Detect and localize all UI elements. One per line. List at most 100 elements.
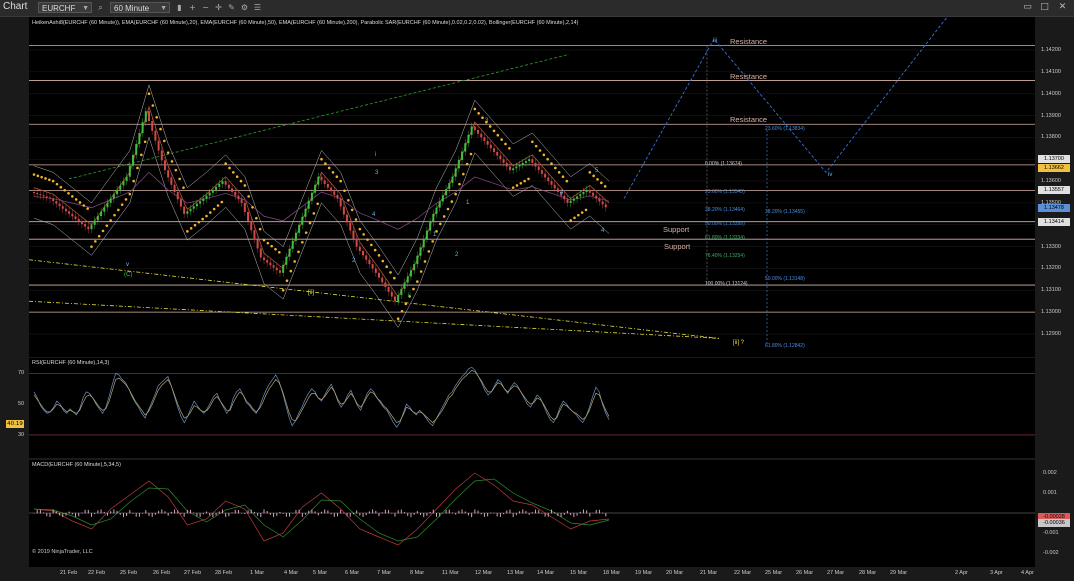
wave-count-label: [ii] ?: [733, 340, 745, 346]
interval-selector[interactable]: 60 Minute ▼: [110, 2, 170, 13]
x-axis-date-label: 21 Mar: [700, 570, 718, 576]
macd-histogram-bar: [314, 511, 316, 514]
x-axis-date-label: 5 Mar: [313, 570, 328, 576]
macd-histogram-bar: [183, 513, 185, 517]
macd-histogram-bar: [177, 510, 179, 514]
draw-icon[interactable]: ✎: [226, 2, 237, 13]
macd-histogram-bar: [273, 513, 275, 518]
sar-dot: [488, 125, 492, 128]
sar-dot: [477, 112, 480, 115]
bar-style-icon[interactable]: ▮: [174, 2, 185, 13]
candle-body: [109, 198, 112, 203]
candle-body: [154, 130, 157, 141]
macd-histogram-bar: [241, 513, 243, 514]
zoom-in-icon[interactable]: +: [187, 2, 198, 13]
macd-histogram-bar: [106, 513, 108, 516]
x-axis-date-label: 14 Mar: [537, 570, 555, 576]
candle-body: [406, 276, 409, 283]
candle-body: [502, 159, 505, 163]
wave-count-label: 2: [455, 252, 459, 258]
macd-histogram-bar: [448, 509, 450, 514]
candle-body: [451, 176, 454, 183]
search-icon[interactable]: ⌕: [95, 2, 106, 13]
rsi-tick-label: 30: [18, 431, 25, 438]
strategy-icon[interactable]: ⚙: [239, 2, 250, 13]
sar-dot: [580, 211, 584, 214]
candle-body: [234, 192, 237, 196]
instrument-value: EURCHF: [42, 4, 76, 13]
candle-body: [390, 291, 393, 297]
sar-dot: [600, 181, 603, 185]
candle-body: [278, 270, 281, 273]
crosshair-icon[interactable]: ✛: [213, 2, 224, 13]
macd-histogram-bar: [384, 509, 386, 514]
maximize-icon[interactable]: □: [1038, 1, 1051, 13]
candle-body: [352, 230, 355, 239]
sar-dot: [67, 192, 70, 195]
sar-dot: [324, 162, 327, 165]
sar-dot: [423, 260, 427, 263]
candle-body: [259, 248, 262, 258]
macd-panel[interactable]: MACD(EURCHF (60 Minute),5,34,5) © 2019 N…: [29, 460, 1035, 567]
chevron-down-icon: ▼: [82, 5, 89, 12]
sar-dot: [239, 179, 243, 183]
macd-histogram-bar: [116, 510, 118, 514]
fib-retracement-label: 76.40% (1.13254): [705, 252, 745, 259]
candle-body: [224, 181, 227, 185]
fib-retracement-label: 23.60% (1.13545): [705, 189, 745, 196]
zoom-out-icon[interactable]: −: [200, 2, 211, 13]
candle-body: [189, 208, 192, 212]
macd-histogram-bar: [541, 513, 543, 514]
candle-body: [553, 184, 556, 189]
macd-histogram-bar: [525, 510, 527, 514]
price-panel[interactable]: HeikenAshi8(EURCHF (60 Minute)), EMA(EUR…: [29, 17, 1035, 357]
macd-histogram-bar: [413, 513, 415, 515]
rsi-tick-label: 70: [18, 370, 25, 377]
sar-dot: [278, 250, 281, 254]
macd-histogram-bar: [499, 513, 501, 517]
macd-histogram-bar: [39, 509, 41, 514]
candle-body: [588, 189, 591, 193]
sar-dot: [266, 241, 270, 245]
candle-body: [371, 264, 374, 269]
macd-histogram-bar: [362, 513, 364, 518]
sar-dot: [481, 116, 484, 120]
fib-retracement-label: 50.00% (1.13399): [705, 220, 745, 227]
macd-histogram-bar: [368, 511, 370, 514]
candle-body: [208, 192, 211, 196]
price-tick-label: 1.13300: [1041, 243, 1061, 250]
resistance-label: Resistance: [730, 115, 768, 125]
rsi-panel[interactable]: RSI(EURCHF (60 Minute),14,3): [29, 358, 1035, 458]
price-tick-label: 1.13600: [1041, 178, 1061, 185]
candle-body: [103, 207, 106, 212]
instrument-selector[interactable]: EURCHF ▼: [38, 2, 92, 13]
x-axis-date-label: 22 Mar: [734, 570, 752, 576]
sar-dot: [419, 270, 423, 273]
candle-body: [323, 180, 326, 184]
close-icon[interactable]: ✕: [1056, 1, 1069, 13]
macd-histogram-bar: [263, 509, 265, 514]
candle-body: [58, 203, 61, 207]
macd-histogram-bar: [289, 513, 291, 517]
sar-dot: [335, 175, 339, 179]
fib-extension-label: 50.00% (1.13148): [765, 275, 805, 282]
properties-icon[interactable]: ☰: [252, 2, 263, 13]
macd-histogram-bar: [487, 513, 489, 517]
macd-histogram-bar: [579, 511, 581, 514]
candle-body: [272, 265, 275, 268]
macd-histogram-bar: [336, 513, 338, 517]
sar-dot: [186, 230, 189, 233]
rsi-title: RSI(EURCHF (60 Minute),14,3): [32, 360, 110, 366]
sar-dot: [174, 168, 178, 172]
candle-body: [250, 221, 253, 231]
macd-histogram-bar: [451, 512, 453, 514]
candle-body: [429, 222, 432, 231]
sar-dot: [281, 289, 285, 292]
wave-count-label: v: [126, 262, 129, 268]
sar-dot: [170, 160, 174, 163]
macd-histogram-bar: [186, 509, 188, 514]
sar-dot: [527, 177, 530, 181]
restore-icon[interactable]: ▭: [1021, 1, 1034, 13]
sar-dot: [270, 244, 273, 248]
fib-retracement-label: 61.80% (1.13334): [705, 235, 745, 242]
